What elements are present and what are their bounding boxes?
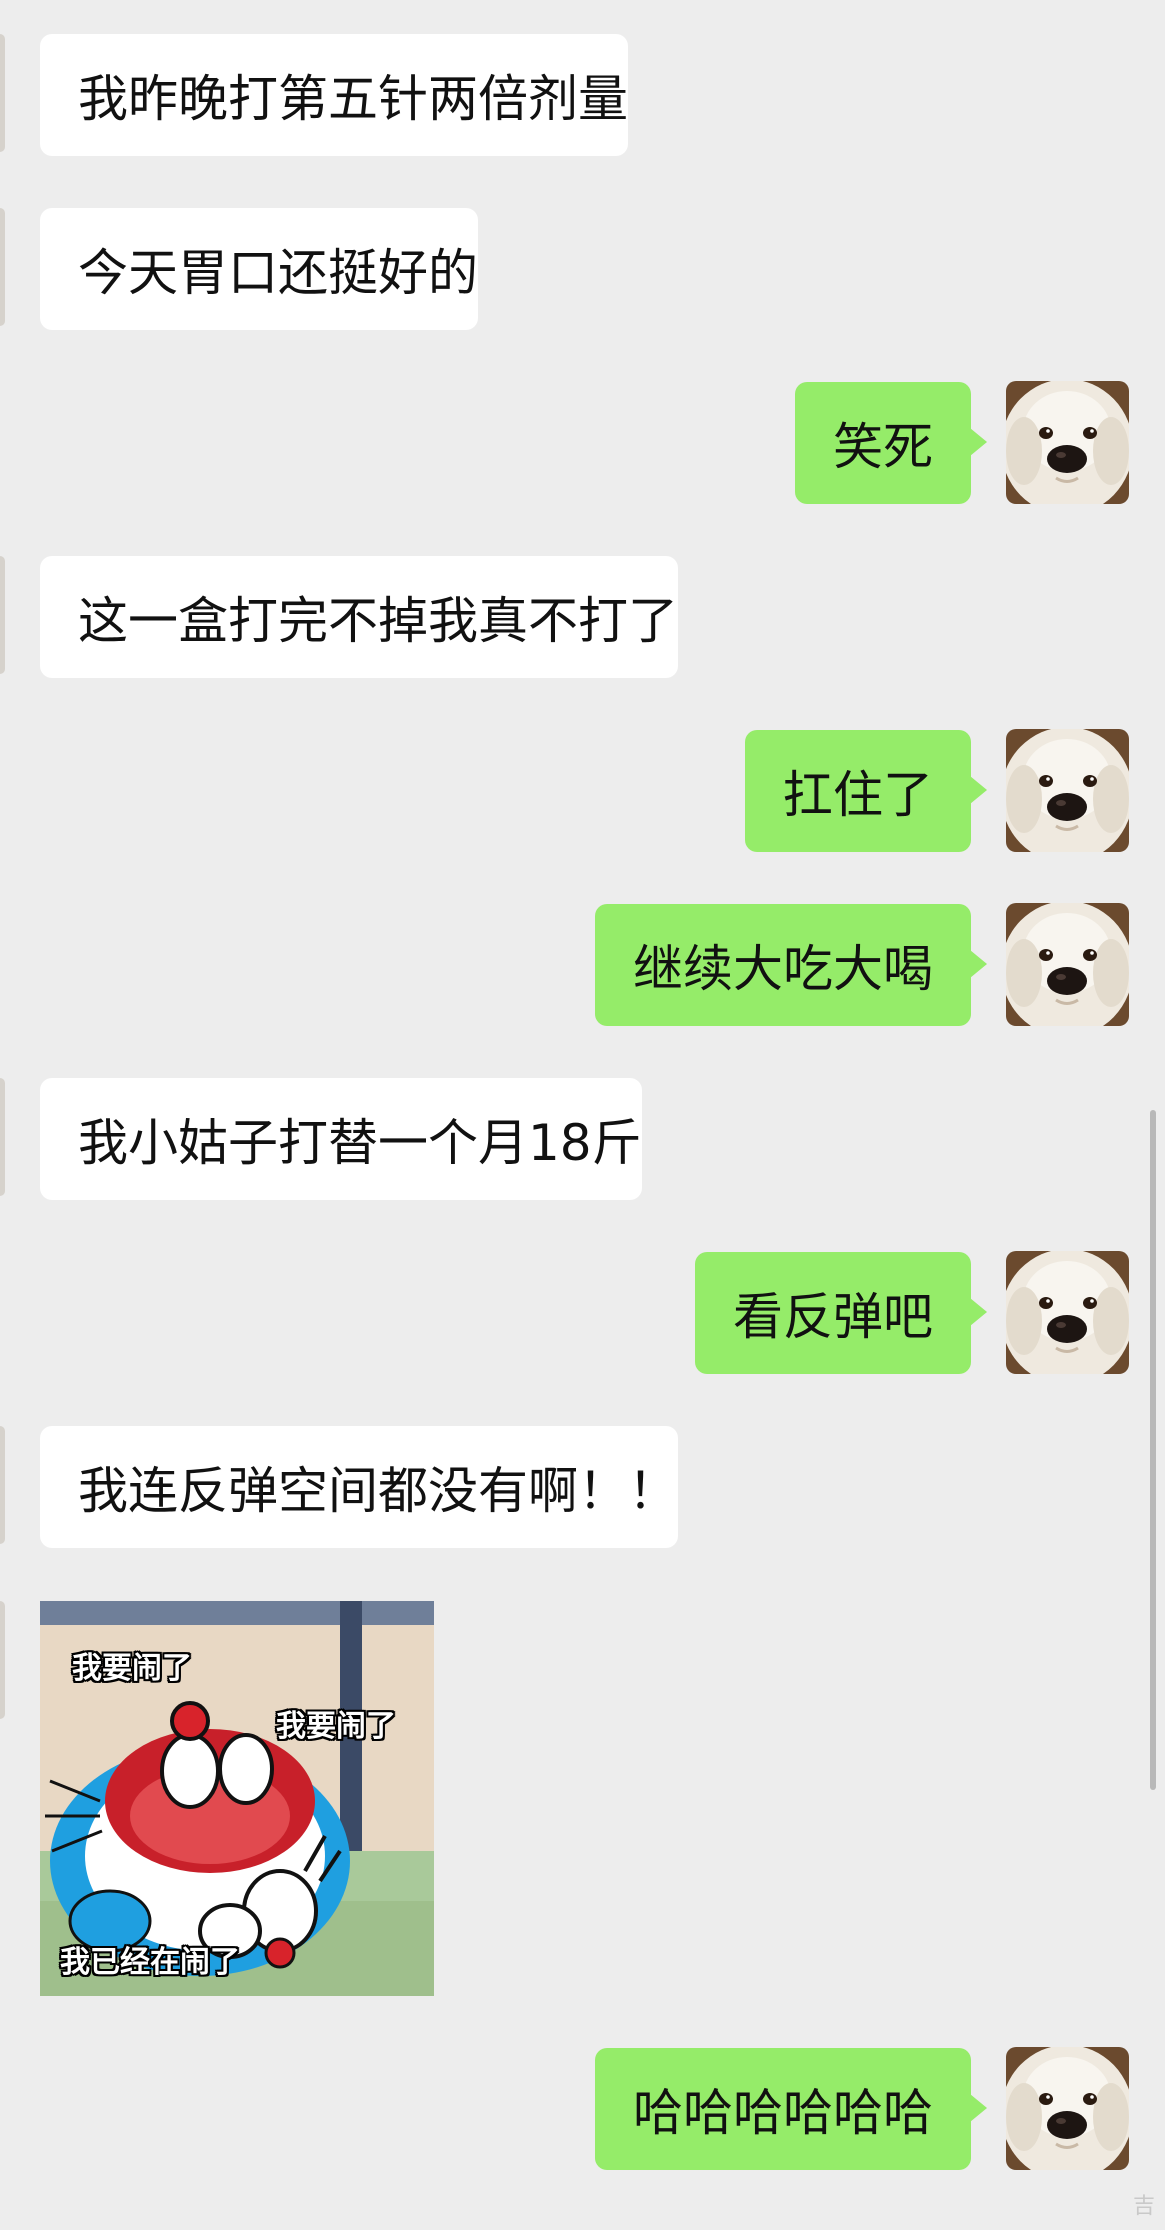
outgoing-message[interactable]: 继续大吃大喝 [595,904,987,1026]
message-text: 哈哈哈哈哈哈 [633,2084,933,2142]
doraemon-sticker[interactable]: 我要闹了 我要闹了 我已经在闹了 [40,1601,434,1996]
message-text: 继续大吃大喝 [633,940,933,998]
incoming-message[interactable]: 这一盒打完不掉我真不打了 [40,556,678,678]
contact-avatar-edge[interactable] [0,208,5,326]
message-text: 我连反弹空间都没有啊！！ [78,1462,678,1520]
incoming-message[interactable]: 我昨晚打第五针两倍剂量 [40,34,628,156]
incoming-message[interactable]: 我小姑子打替一个月18斤 [40,1078,642,1200]
outgoing-message[interactable]: 哈哈哈哈哈哈 [595,2048,987,2170]
sticker-caption: 我要闹了 [72,1651,192,1686]
white-dog-avatar-icon[interactable] [1006,729,1129,852]
sticker-caption: 我已经在闹了 [60,1945,240,1980]
contact-avatar-edge[interactable] [0,1601,5,1719]
outgoing-message[interactable]: 笑死 [795,382,987,504]
contact-avatar-edge[interactable] [0,1078,5,1196]
outgoing-message[interactable]: 扛住了 [745,730,987,852]
white-dog-avatar-icon[interactable] [1006,903,1129,1026]
message-text: 看反弹吧 [733,1288,933,1346]
watermark: 吉 [1132,2194,1155,2219]
white-dog-avatar-icon[interactable] [1006,381,1129,504]
message-text: 笑死 [833,418,933,476]
white-dog-avatar-icon[interactable] [1006,1251,1129,1374]
message-text: 这一盒打完不掉我真不打了 [78,592,678,650]
message-text: 今天胃口还挺好的 [78,244,478,302]
contact-avatar-edge[interactable] [0,34,5,152]
chat-scrollbar[interactable] [1150,1110,1156,1790]
incoming-message[interactable]: 我连反弹空间都没有啊！！ [40,1426,678,1548]
white-dog-avatar-icon[interactable] [1006,2047,1129,2170]
contact-avatar-edge[interactable] [0,556,5,674]
incoming-message[interactable]: 今天胃口还挺好的 [40,208,478,330]
contact-avatar-edge[interactable] [0,1426,5,1544]
message-text: 扛住了 [783,766,933,824]
outgoing-message[interactable]: 看反弹吧 [695,1252,987,1374]
sticker-caption: 我要闹了 [276,1709,396,1744]
message-text: 我昨晚打第五针两倍剂量 [78,70,628,128]
message-text: 我小姑子打替一个月18斤 [78,1114,642,1172]
